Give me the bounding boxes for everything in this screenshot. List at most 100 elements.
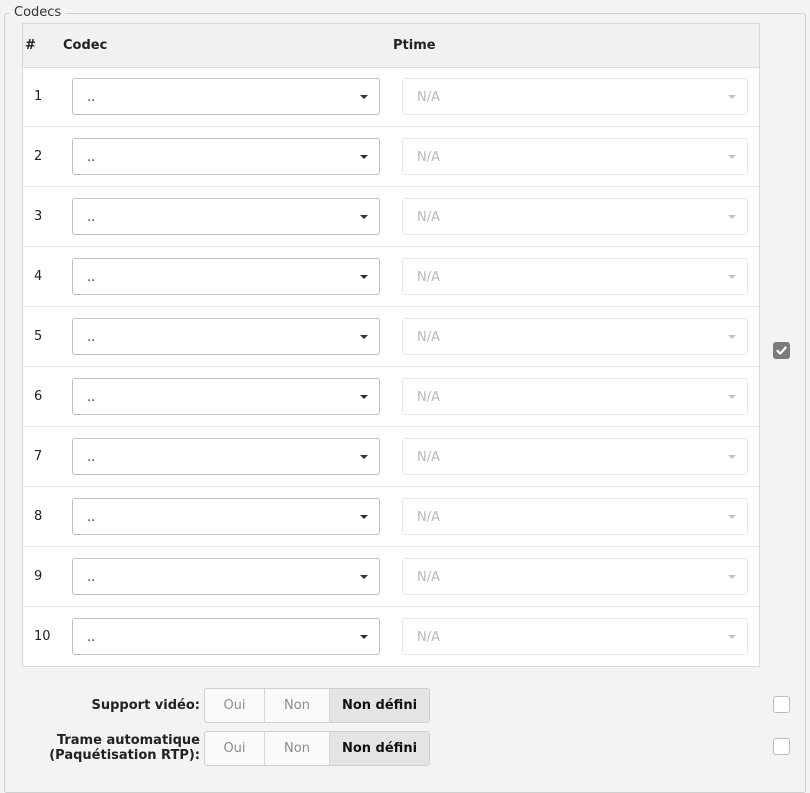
table-row: 6 .. N/A <box>23 367 759 427</box>
ptime-select-value: N/A <box>417 210 440 225</box>
header-num: # <box>25 38 36 53</box>
chevron-down-icon <box>360 515 368 519</box>
ptime-select[interactable]: N/A <box>402 618 748 655</box>
ptime-select[interactable]: N/A <box>402 138 748 175</box>
table-row: 4 .. N/A <box>23 247 759 307</box>
row-number: 3 <box>34 209 43 224</box>
video-support-option-non-defini[interactable]: Non défini <box>330 689 429 722</box>
codecs-legend: Codecs <box>10 5 66 20</box>
chevron-down-icon <box>728 275 736 279</box>
video-support-override-checkbox[interactable] <box>773 696 790 713</box>
chevron-down-icon <box>728 215 736 219</box>
auto-frame-label-line2: (Paquétisation RTP): <box>49 748 200 763</box>
row-number: 9 <box>34 569 43 584</box>
ptime-select[interactable]: N/A <box>402 498 748 535</box>
chevron-down-icon <box>728 515 736 519</box>
auto-frame-override-checkbox[interactable] <box>773 738 790 755</box>
table-row: 10 .. N/A <box>23 607 759 667</box>
ptime-select-value: N/A <box>417 630 440 645</box>
codec-select-value: .. <box>87 390 96 405</box>
auto-frame-toggle: Oui Non Non défini <box>204 731 430 766</box>
codec-select[interactable]: .. <box>72 378 380 415</box>
auto-frame-option-oui[interactable]: Oui <box>205 732 265 765</box>
ptime-select-value: N/A <box>417 450 440 465</box>
table-row: 5 .. N/A <box>23 307 759 367</box>
codec-select[interactable]: .. <box>72 498 380 535</box>
codec-select[interactable]: .. <box>72 78 380 115</box>
ptime-select-value: N/A <box>417 330 440 345</box>
codec-select-value: .. <box>87 630 96 645</box>
ptime-select-value: N/A <box>417 390 440 405</box>
video-support-toggle: Oui Non Non défini <box>204 688 430 723</box>
table-header: # Codec Ptime <box>23 24 759 68</box>
chevron-down-icon <box>728 395 736 399</box>
row-number: 8 <box>34 509 43 524</box>
codec-select[interactable]: .. <box>72 138 380 175</box>
chevron-down-icon <box>360 575 368 579</box>
chevron-down-icon <box>360 335 368 339</box>
auto-frame-label-line1: Trame automatique <box>56 733 200 748</box>
ptime-select-value: N/A <box>417 570 440 585</box>
ptime-select[interactable]: N/A <box>402 258 748 295</box>
row-number: 5 <box>34 329 43 344</box>
header-codec: Codec <box>63 38 108 53</box>
codec-select[interactable]: .. <box>72 558 380 595</box>
ptime-select-value: N/A <box>417 150 440 165</box>
checkmark-icon <box>776 346 787 355</box>
table-row: 8 .. N/A <box>23 487 759 547</box>
ptime-select[interactable]: N/A <box>402 78 748 115</box>
row-number: 4 <box>34 269 43 284</box>
codec-select-value: .. <box>87 450 96 465</box>
chevron-down-icon <box>360 455 368 459</box>
chevron-down-icon <box>360 635 368 639</box>
auto-frame-label: Trame automatique (Paquétisation RTP): <box>49 733 200 763</box>
codec-select-value: .. <box>87 570 96 585</box>
chevron-down-icon <box>728 575 736 579</box>
chevron-down-icon <box>728 635 736 639</box>
video-support-option-non[interactable]: Non <box>265 689 330 722</box>
ptime-select[interactable]: N/A <box>402 318 748 355</box>
chevron-down-icon <box>728 155 736 159</box>
table-row: 7 .. N/A <box>23 427 759 487</box>
codec-select-value: .. <box>87 270 96 285</box>
chevron-down-icon <box>360 275 368 279</box>
auto-frame-option-non-defini[interactable]: Non défini <box>330 732 429 765</box>
table-row: 2 .. N/A <box>23 127 759 187</box>
ptime-select-value: N/A <box>417 90 440 105</box>
codecs-override-checkbox[interactable] <box>773 342 790 359</box>
codec-select-value: .. <box>87 90 96 105</box>
chevron-down-icon <box>360 215 368 219</box>
chevron-down-icon <box>360 155 368 159</box>
codec-select[interactable]: .. <box>72 438 380 475</box>
chevron-down-icon <box>728 335 736 339</box>
row-number: 6 <box>34 389 43 404</box>
row-number: 2 <box>34 149 43 164</box>
ptime-select[interactable]: N/A <box>402 198 748 235</box>
codec-select[interactable]: .. <box>72 258 380 295</box>
codec-select-value: .. <box>87 330 96 345</box>
codec-select-value: .. <box>87 210 96 225</box>
row-number: 7 <box>34 449 43 464</box>
ptime-select-value: N/A <box>417 270 440 285</box>
ptime-select-value: N/A <box>417 510 440 525</box>
video-support-option-oui[interactable]: Oui <box>205 689 265 722</box>
chevron-down-icon <box>728 95 736 99</box>
table-row: 3 .. N/A <box>23 187 759 247</box>
ptime-select[interactable]: N/A <box>402 558 748 595</box>
auto-frame-option-non[interactable]: Non <box>265 732 330 765</box>
header-ptime: Ptime <box>393 38 436 53</box>
codecs-table: # Codec Ptime 1 .. N/A 2 .. N/A 3 .. N/A… <box>22 23 760 667</box>
table-row: 1 .. N/A <box>23 67 759 127</box>
chevron-down-icon <box>360 395 368 399</box>
codec-select[interactable]: .. <box>72 198 380 235</box>
codec-select-value: .. <box>87 510 96 525</box>
ptime-select[interactable]: N/A <box>402 378 748 415</box>
codec-select[interactable]: .. <box>72 318 380 355</box>
chevron-down-icon <box>360 95 368 99</box>
codec-select-value: .. <box>87 150 96 165</box>
row-number: 10 <box>34 629 51 644</box>
row-number: 1 <box>34 89 43 104</box>
ptime-select[interactable]: N/A <box>402 438 748 475</box>
chevron-down-icon <box>728 455 736 459</box>
codec-select[interactable]: .. <box>72 618 380 655</box>
